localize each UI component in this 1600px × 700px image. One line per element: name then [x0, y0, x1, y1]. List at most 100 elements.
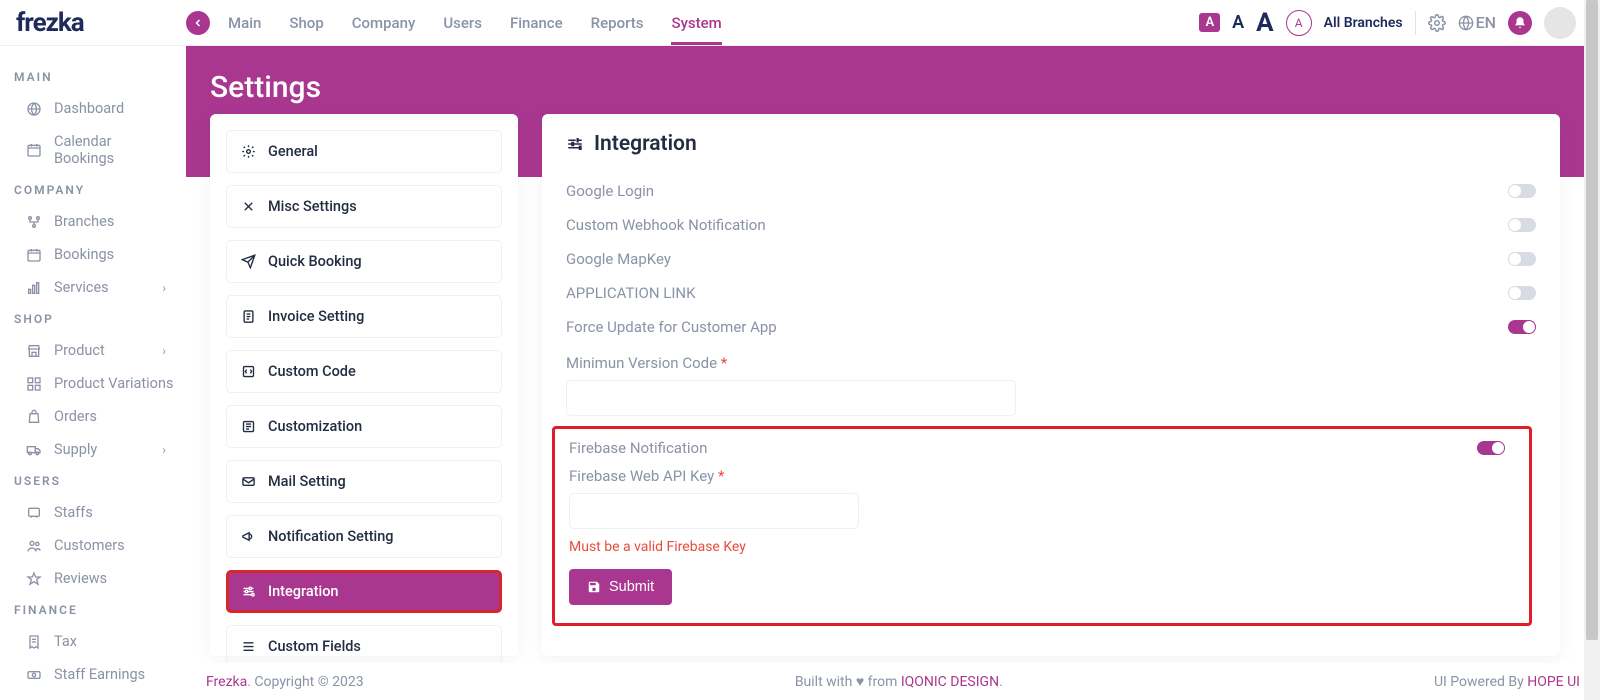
branch-selector[interactable]: All Branches	[1324, 15, 1403, 31]
topnav-item-company[interactable]: Company	[352, 2, 416, 44]
toggle-row: Custom Webhook Notification	[566, 208, 1536, 242]
footer-copyright: . Copyright © 2023	[247, 674, 363, 690]
top-right: A A A A All Branches EN	[1199, 7, 1576, 39]
sidebar-item-label: Supply	[54, 441, 97, 458]
footer-brand-link[interactable]: Frezka	[206, 674, 247, 690]
gear-icon[interactable]	[1428, 14, 1446, 32]
shell: MAINDashboardCalendar BookingsCOMPANYBra…	[0, 46, 1600, 700]
sliders-icon	[241, 584, 256, 599]
font-size-small[interactable]: A	[1199, 13, 1220, 32]
settings-nav-label: Customization	[268, 418, 362, 435]
language-selector[interactable]: EN	[1458, 13, 1496, 32]
arrow-left-icon	[192, 17, 204, 29]
divider	[1415, 11, 1416, 35]
integration-panel: Integration Google LoginCustom Webhook N…	[542, 114, 1560, 656]
topnav-item-shop[interactable]: Shop	[289, 2, 323, 44]
save-icon	[587, 580, 601, 594]
sidebar-section: USERS	[14, 474, 186, 488]
settings-nav-general[interactable]: General	[226, 130, 502, 173]
topnav-item-reports[interactable]: Reports	[591, 2, 644, 44]
code-icon	[241, 364, 256, 379]
receipt-icon	[26, 634, 42, 650]
submit-button[interactable]: Submit	[569, 569, 672, 605]
toggle-row: Google MapKey	[566, 242, 1536, 276]
firebase-notif-toggle[interactable]	[1477, 441, 1505, 455]
firebase-api-error: Must be a valid Firebase Key	[569, 539, 1515, 555]
font-size-large[interactable]: A	[1256, 8, 1273, 38]
notifications-button[interactable]	[1508, 11, 1532, 35]
mail-icon	[241, 474, 256, 489]
settings-nav-label: Custom Fields	[268, 638, 361, 655]
toggle-switch[interactable]	[1508, 184, 1536, 198]
settings-nav-custom-code[interactable]: Custom Code	[226, 350, 502, 393]
topnav-item-main[interactable]: Main	[228, 2, 261, 44]
sidebar-item-label: Tax	[54, 633, 77, 650]
topnav-item-users[interactable]: Users	[443, 2, 482, 44]
sidebar-item-supply[interactable]: Supply ›	[14, 433, 186, 466]
truck-icon	[26, 442, 42, 458]
toggle-label: Google MapKey	[566, 250, 671, 268]
sidebar-item-services[interactable]: Services›	[14, 271, 186, 304]
sidebar-item-staff-earnings[interactable]: Staff Earnings	[14, 658, 186, 691]
settings-nav-quick-booking[interactable]: Quick Booking	[226, 240, 502, 283]
scroll-thumb[interactable]	[1586, 0, 1598, 640]
topnav-item-finance[interactable]: Finance	[510, 2, 563, 44]
page-scrollbar[interactable]	[1584, 0, 1600, 700]
footer-right-text: UI Powered By	[1434, 674, 1527, 690]
topbar: frezka Main Shop Company Users Finance Report…	[0, 0, 1600, 46]
settings-nav-custom-fields[interactable]: Custom Fields	[226, 625, 502, 668]
content: Settings GeneralMisc SettingsQuick Booki…	[186, 46, 1600, 700]
sidebar-item-label: Customers	[54, 537, 125, 554]
min-version-input[interactable]	[566, 380, 1016, 416]
footer-hopeui-link[interactable]: HOPE UI	[1527, 674, 1580, 690]
toggle-label: Custom Webhook Notification	[566, 216, 766, 234]
sidebar-item-calendar-bookings[interactable]: Calendar Bookings	[14, 125, 186, 175]
settings-nav-label: Misc Settings	[268, 198, 357, 215]
sidebar-item-orders[interactable]: Orders	[14, 400, 186, 433]
toggle-switch[interactable]	[1508, 218, 1536, 232]
settings-nav-label: Quick Booking	[268, 253, 362, 270]
sidebar-item-bookings[interactable]: Bookings	[14, 238, 186, 271]
palette-icon	[241, 419, 256, 434]
settings-nav-label: Integration	[268, 583, 339, 600]
font-size-medium[interactable]: A	[1232, 12, 1244, 33]
toggle-switch[interactable]	[1508, 252, 1536, 266]
settings-nav-label: Custom Code	[268, 363, 356, 380]
globe-icon	[26, 101, 42, 117]
firebase-api-input[interactable]	[569, 493, 859, 529]
sidebar-item-dashboard[interactable]: Dashboard	[14, 92, 186, 125]
settings-nav-integration[interactable]: Integration	[226, 570, 502, 613]
sidebar-item-branches[interactable]: Branches	[14, 205, 186, 238]
sidebar-item-label: Services	[54, 279, 109, 296]
footer-iqonic-link[interactable]: IQONIC DESIGN	[901, 674, 999, 690]
sidebar-item-tax[interactable]: Tax	[14, 625, 186, 658]
sidebar-item-staffs[interactable]: Staffs	[14, 496, 186, 529]
sidebar-item-product-variations[interactable]: Product Variations	[14, 367, 186, 400]
bag-icon	[26, 409, 42, 425]
sidebar-item-product[interactable]: Product›	[14, 334, 186, 367]
toggle-row: Google Login	[566, 174, 1536, 208]
settings-nav-misc-settings[interactable]: Misc Settings	[226, 185, 502, 228]
money-icon	[26, 667, 42, 683]
sidebar-item-label: Calendar Bookings	[54, 133, 174, 167]
branch-indicator[interactable]: A	[1286, 10, 1312, 36]
chevron-right-icon: ›	[162, 443, 166, 457]
toggle-switch[interactable]	[1508, 320, 1536, 334]
back-button[interactable]	[186, 11, 210, 35]
sidebar-item-label: Product Variations	[54, 375, 173, 392]
settings-nav-notification-setting[interactable]: Notification Setting	[226, 515, 502, 558]
store-icon	[26, 343, 42, 359]
brand-logo[interactable]: frezka	[16, 8, 186, 38]
plane-icon	[241, 254, 256, 269]
user-avatar[interactable]	[1544, 7, 1576, 39]
topnav-item-system[interactable]: System	[671, 2, 721, 44]
sidebar-item-reviews[interactable]: Reviews	[14, 562, 186, 595]
settings-nav-customization[interactable]: Customization	[226, 405, 502, 448]
settings-nav-mail-setting[interactable]: Mail Setting	[226, 460, 502, 503]
users-icon	[26, 538, 42, 554]
file-icon	[241, 309, 256, 324]
settings-nav-invoice-setting[interactable]: Invoice Setting	[226, 295, 502, 338]
settings-nav-label: Invoice Setting	[268, 308, 364, 325]
sidebar-item-customers[interactable]: Customers	[14, 529, 186, 562]
toggle-switch[interactable]	[1508, 286, 1536, 300]
